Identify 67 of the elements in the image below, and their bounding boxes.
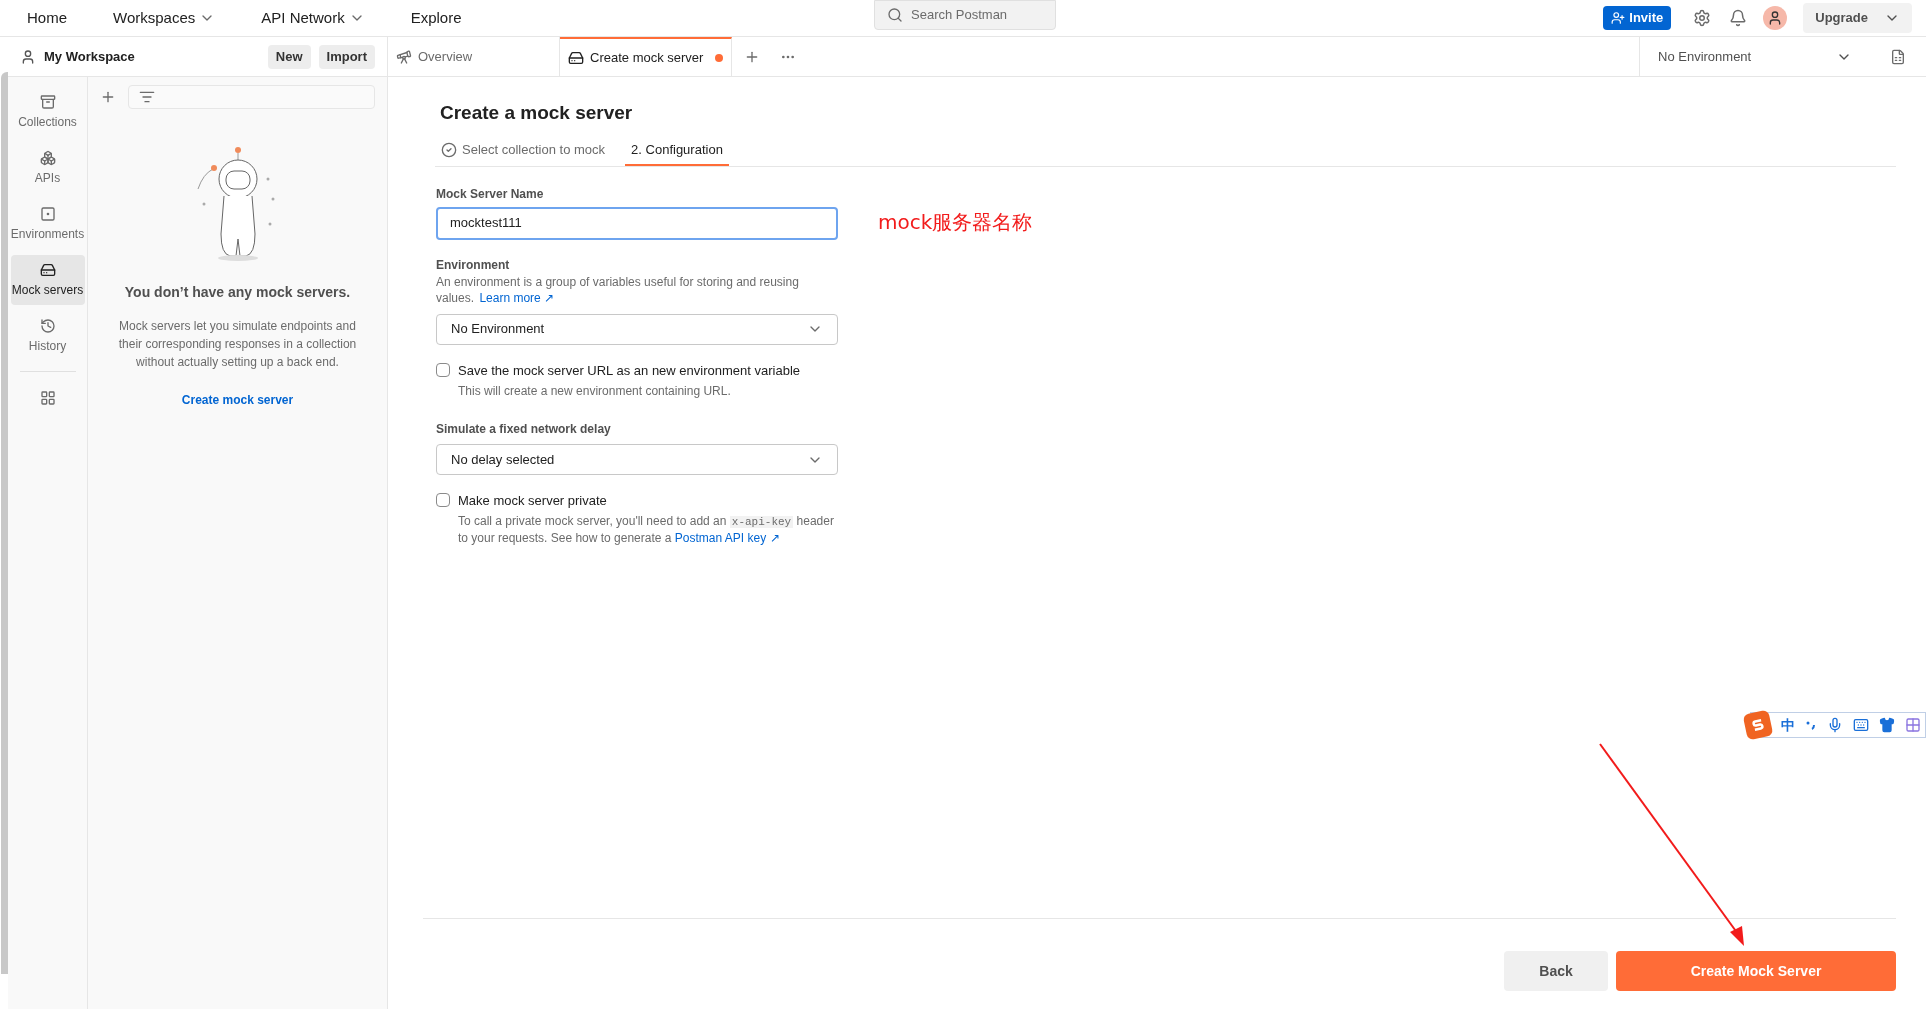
tab[interactable]: Create mock server [560,37,732,76]
back-button[interactable]: Back [1504,951,1608,991]
history-icon [39,317,56,334]
apis-icon [39,149,56,166]
grid-icon[interactable] [1905,717,1921,733]
checkbox[interactable] [436,493,450,507]
collections-icon [39,93,56,110]
delay-dropdown[interactable]: No delay selected [436,444,838,475]
add-widget-icon[interactable] [39,390,56,406]
learn-more-link[interactable]: Learn more ↗ [479,290,555,305]
empty-state-text: Mock servers let you simulate endpoints and their corresponding responses in a collection without actually setting up a back end. [117,318,358,371]
nav-item[interactable]: API Network [248,6,378,30]
search-icon [887,7,903,23]
add-icon[interactable] [100,89,116,105]
code-snippet: x-api-key [729,515,794,528]
workspace-name: My Workspace [44,47,136,66]
workspace-button[interactable]: Import [318,44,375,69]
user-icon [20,48,36,65]
keyboard-icon[interactable] [1853,717,1869,733]
sidebar-item[interactable]: Mock servers [10,255,85,305]
checkbox-help: This will create a new environment containing URL. [458,383,732,400]
tab[interactable]: Overview [388,37,560,76]
empty-state-title: You don’t have any mock servers. [124,283,351,302]
step-tab[interactable]: 2. Configuration [625,135,729,166]
nav-item[interactable]: Explore [397,6,475,30]
settings-icon[interactable] [1693,9,1712,27]
environment-selector[interactable]: No Environment [1639,37,1870,76]
workspace-button[interactable]: New [267,44,311,69]
environment-icon [39,205,56,222]
environment-dropdown[interactable]: No Environment [436,313,838,345]
shirt-icon[interactable] [1879,717,1895,733]
checkbox-help: To call a private mock server, you'll need to add an x-api-key header to your requests. See how to generate a Postman API key ↗ [458,512,835,546]
name-input[interactable]: mocktest111 [436,206,838,240]
avatar[interactable] [1763,6,1788,30]
punctuation-icon[interactable] [1805,719,1817,731]
checkbox-label: Save the mock server URL as an new environment variable [458,361,800,380]
sidebar-item[interactable]: History [10,311,85,361]
server-icon [39,261,56,278]
field-help: An environment is a group of variables useful for storing and reusing values. Learn more ↗ [436,273,800,306]
microphone-icon[interactable] [1827,717,1843,733]
filter-icon [139,89,155,105]
api-key-link[interactable]: Postman API key ↗ [674,530,780,545]
ime-mode[interactable]: 中 [1781,714,1795,736]
server-icon [568,49,584,66]
sidebar-item[interactable]: Environments [10,199,85,249]
annotation-text: mock服务器名称 [878,208,1033,236]
notifications-icon[interactable] [1729,9,1748,27]
filter-field[interactable] [128,85,375,109]
field-label: Simulate a fixed network delay [436,421,612,438]
nav-item[interactable]: Home [14,6,80,30]
sidebar-item[interactable]: Collections [10,87,85,137]
sidebar-item[interactable]: APIs [10,143,85,193]
page-title: Create a mock server [440,101,634,125]
create-mock-server-link[interactable]: Create mock server [181,391,294,409]
field-label: Environment [436,256,511,274]
check-circle-icon [441,141,457,158]
search-field[interactable]: Search Postman [874,0,1056,30]
field-label: Mock Server Name [436,185,545,203]
checkbox[interactable] [436,362,450,377]
invite-button[interactable]: Invite [1603,6,1672,30]
nav-item[interactable]: Workspaces [100,6,229,30]
user-plus-icon [1611,11,1626,25]
upgrade-button[interactable]: Upgrade [1803,3,1912,33]
step-tab[interactable]: Select collection to mock [435,135,612,166]
checkbox-label: Make mock server private [458,492,608,510]
telescope-icon [396,48,412,65]
environment-quick-look-icon[interactable] [1890,48,1906,65]
